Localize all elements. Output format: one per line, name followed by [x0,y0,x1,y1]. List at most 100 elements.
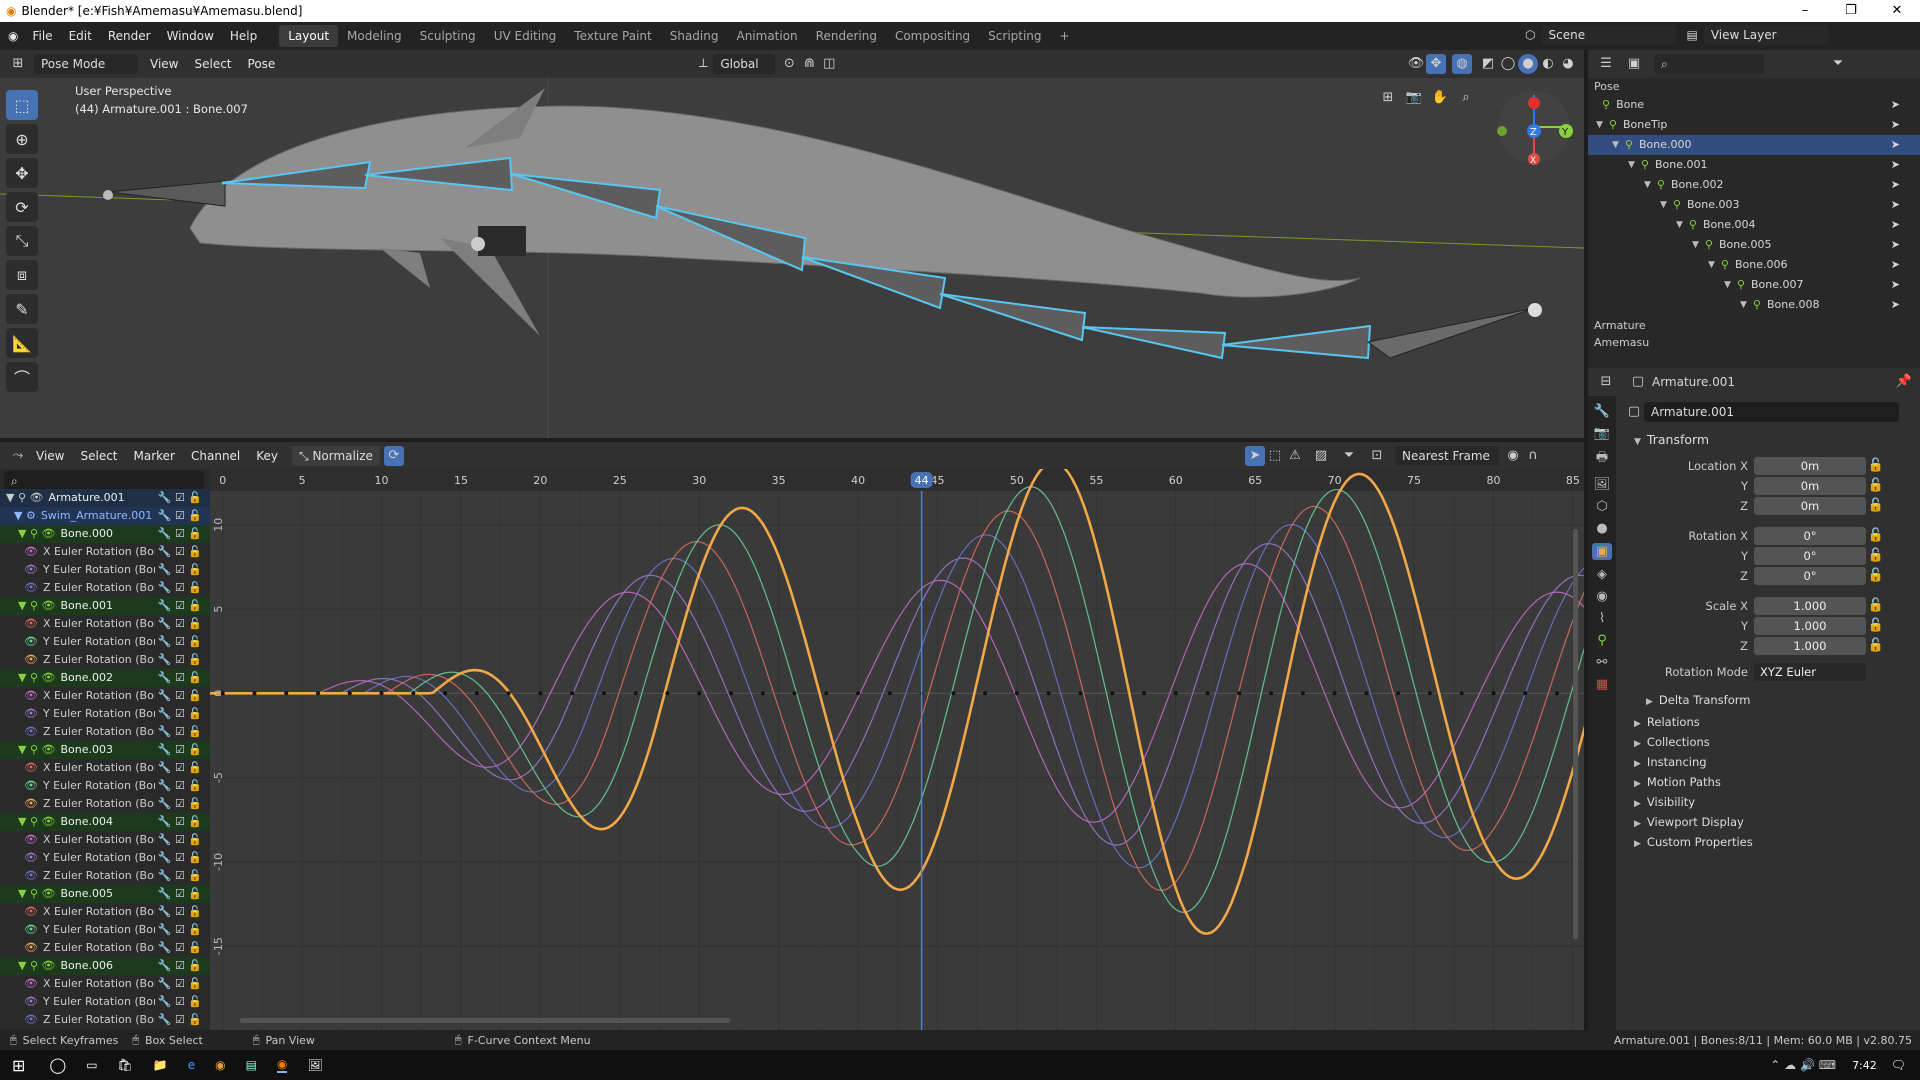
tab-compositing[interactable]: Compositing [886,25,979,47]
expand-arrow-icon[interactable]: ▼ [1692,236,1699,254]
lock-icon[interactable]: 🔓 [1866,566,1886,586]
outliner-item[interactable]: ▼ ⚲ Bone.007 ➤ [1588,275,1920,295]
channel-toggle-icons[interactable]: 🔧 ☑ 🔓 [158,633,202,651]
channel-fcurve[interactable]: 👁 Y Euler Rotation (Bone.004)🔧 ☑ 🔓 [0,849,210,867]
filter-icon[interactable]: ⏷ [1339,446,1359,466]
armature-icon[interactable]: ▼ ⚲ 👁 [6,489,43,507]
solid-shading-icon[interactable]: ● [1518,54,1538,74]
tab-scripting[interactable]: Scripting [979,25,1050,47]
mode-selector[interactable]: Pose Mode [34,54,138,74]
outliner-item[interactable]: ▼ ⚲ Bone.000 ➤ [1588,135,1920,155]
camera-view-icon[interactable]: 📷 [1404,88,1424,108]
curve-visibility-icon[interactable]: 👁 [24,723,38,741]
outliner-item[interactable]: ▼ ⚲ Bone.003 ➤ [1588,195,1920,215]
only-errors-icon[interactable]: ⚠ [1285,446,1305,466]
select-arrow-icon[interactable]: ➤ [1891,96,1900,114]
tool-tab-icon[interactable]: 🔧 [1594,404,1610,419]
channel-group-bone[interactable]: ▼ ⚲ 👁 Bone.006 🔧 ☑ 🔓 [0,957,210,975]
channel-toggle-icons[interactable]: 🔧 ☑ 🔓 [158,687,202,705]
channel-toggle-icons[interactable]: 🔧 ☑ 🔓 [158,975,202,993]
outliner-item[interactable]: ▼ ⚲ BoneTip ➤ [1588,115,1920,135]
lock-icon[interactable]: 🔓 [1866,496,1886,516]
curve-visibility-icon[interactable]: 👁 [24,615,38,633]
blender-taskbar-icon[interactable]: ◉ [276,1057,288,1073]
expand-arrow-icon[interactable]: ▼ [1660,196,1667,214]
menu-window[interactable]: Window [159,25,222,47]
channel-toggle-icons[interactable]: 🔧 ☑ 🔓 [158,849,202,867]
lock-icon[interactable]: 🔓 [1866,636,1886,656]
channel-toggle-icons[interactable]: 🔧 ☑ 🔓 [158,669,202,687]
armature-data-tab-icon[interactable]: ⚲ [1597,633,1607,648]
channel-fcurve[interactable]: 👁 Y Euler Rotation (Bone.006)🔧 ☑ 🔓 [0,993,210,1011]
outliner-item[interactable]: ▼ ⚲ Bone.002 ➤ [1588,175,1920,195]
outliner-item[interactable]: ▼ ⚲ Bone.006 ➤ [1588,255,1920,275]
wireframe-shading-icon[interactable]: ◯ [1498,54,1518,74]
channel-toggle-icons[interactable]: 🔧 ☑ 🔓 [158,867,202,885]
viewport-menu-pose[interactable]: Pose [240,53,284,75]
channel-toggle-icons[interactable]: 🔧 ☑ 🔓 [158,885,202,903]
outliner-item[interactable]: ▼ ⚲ Bone.008 ➤ [1588,295,1920,315]
channel-fcurve[interactable]: 👁 Z Euler Rotation (Bone.003)🔧 ☑ 🔓 [0,795,210,813]
expand-arrow-icon[interactable]: ▼ [1740,296,1747,314]
channel-toggle-icons[interactable]: 🔧 ☑ 🔓 [158,759,202,777]
pin-icon[interactable]: 📌 [1894,372,1914,392]
scene-selector[interactable]: Scene [1541,25,1677,45]
curve-visibility-icon[interactable]: 👁 [24,903,38,921]
curve-visibility-icon[interactable]: 👁 [24,831,38,849]
channel-toggle-icons[interactable]: 🔧 ☑ 🔓 [158,651,202,669]
xray-icon[interactable]: ◩ [1478,54,1498,74]
search-icon[interactable]: ◯ [49,1056,66,1074]
channel-toggle-icons[interactable]: 🔧 ☑ 🔓 [158,525,202,543]
menu-edit[interactable]: Edit [61,25,100,47]
outliner-item[interactable]: ▼ ⚲ Bone.001 ➤ [1588,155,1920,175]
channel-fcurve[interactable]: 👁 Y Euler Rotation (Bone.002)🔧 ☑ 🔓 [0,705,210,723]
photos-icon[interactable]: 🖼 [307,1058,322,1072]
pivot-point-icon[interactable]: ⊡ [1367,446,1387,466]
minimize-button[interactable]: – [1782,0,1828,22]
datablock-name-field[interactable]: Armature.001 [1644,402,1899,422]
scale-z-field[interactable]: 1.000 [1754,637,1866,655]
location-x-field[interactable]: 0m [1754,457,1866,475]
rotation-x-field[interactable]: 0° [1754,527,1866,545]
explorer-icon[interactable]: 📁 [153,1058,168,1072]
channel-group-bone[interactable]: ▼ ⚲ 👁 Bone.004 🔧 ☑ 🔓 [0,813,210,831]
proportional-icon[interactable]: ◫ [819,54,839,74]
channel-armature[interactable]: ▼ ⚲ 👁 Armature.001 🔧 ☑ 🔓 [0,489,210,507]
scale-x-field[interactable]: 1.000 [1754,597,1866,615]
show-hidden-icon[interactable]: ⬚ [1265,446,1285,466]
notification-icon[interactable]: 🗨 [1891,1058,1906,1072]
channel-fcurve[interactable]: 👁 Z Euler Rotation (Bone.005)🔧 ☑ 🔓 [0,939,210,957]
zoom-icon[interactable]: ⌕ [1456,88,1476,108]
expand-arrow-icon[interactable]: ▼ [1596,116,1603,134]
scale-y-field[interactable]: 1.000 [1754,617,1866,635]
channel-fcurve[interactable]: 👁 X Euler Rotation (Bone.004)🔧 ☑ 🔓 [0,831,210,849]
lock-icon[interactable]: 🔓 [1866,596,1886,616]
overlay-icon[interactable]: ◍ [1452,54,1472,74]
move-tool-icon[interactable]: ✥ [6,158,38,188]
curve-visibility-icon[interactable]: 👁 [24,705,38,723]
curve-visibility-icon[interactable]: 👁 [24,867,38,885]
select-arrow-icon[interactable]: ➤ [1891,256,1900,274]
channel-search-input[interactable]: ⌕ [4,471,204,491]
select-arrow-icon[interactable]: ➤ [1891,156,1900,174]
channel-toggle-icons[interactable]: 🔧 ☑ 🔓 [158,615,202,633]
tab-layout[interactable]: Layout [279,25,339,47]
notepad-icon[interactable]: ▤ [246,1058,257,1072]
rotation-z-field[interactable]: 0° [1754,567,1866,585]
outliner-search-input[interactable]: ⌕ [1654,54,1764,74]
filter-icon[interactable]: ⏷ [1828,54,1848,74]
texture-tab-icon[interactable]: ▦ [1596,677,1608,692]
lock-icon[interactable]: 🔓 [1866,526,1886,546]
channel-fcurve[interactable]: 👁 Z Euler Rotation (Bone.004)🔧 ☑ 🔓 [0,867,210,885]
bone-group-icon[interactable]: ▼ ⚲ 👁 [18,597,55,615]
display-mode-icon[interactable]: ▣ [1624,54,1644,74]
panel-header[interactable]: ▶ Motion Paths [1624,772,1912,792]
fcurve-graph[interactable]: 0 5 10 15 20 25 30 35 40 45 50 55 60 65 70 75 80 85 10 5 0 -5… [210,469,1584,1030]
select-arrow-icon[interactable]: ➤ [1891,296,1900,314]
annotate-tool-icon[interactable]: ✎ [6,294,38,324]
channel-toggle-icons[interactable]: 🔧 ☑ 🔓 [158,723,202,741]
bone-group-icon[interactable]: ▼ ⚲ 👁 [18,669,55,687]
rotation-mode-dropdown[interactable]: XYZ Euler [1754,663,1866,681]
blender-menu-icon[interactable]: ◉ [8,29,18,43]
lock-icon[interactable]: 🔓 [1866,456,1886,476]
